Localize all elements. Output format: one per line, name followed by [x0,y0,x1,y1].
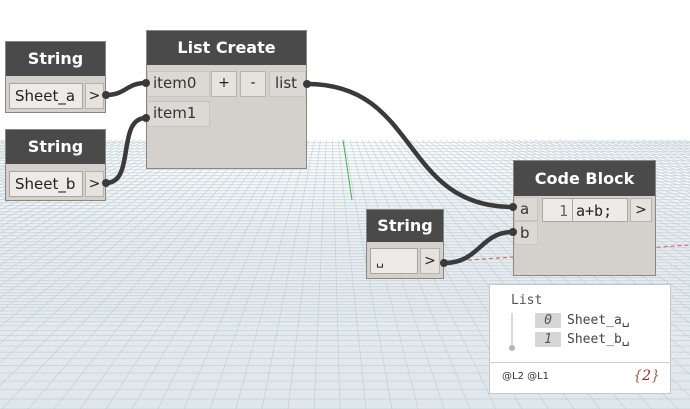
output-port[interactable]: > [420,248,440,274]
string-node-3[interactable]: String ␣ > [366,209,444,279]
list-create-node[interactable]: List Create item0 + - list item1 [146,30,307,169]
list-item-value: Sheet_a␣ [567,313,630,328]
code-line-number: 1 [542,198,572,222]
node-title: List Create [147,31,306,65]
input-port-item1[interactable]: item1 [147,101,210,127]
remove-input-button[interactable]: - [240,71,266,97]
list-item: 1 Sheet_b␣ [535,332,630,350]
string-node-2[interactable]: String Sheet_b > [5,129,106,201]
node-title: String [6,42,105,76]
item-count: {2} [633,368,660,384]
workspace-canvas[interactable]: String Sheet_a > String Sheet_b > List C… [0,0,690,409]
list-item: 0 Sheet_a␣ [535,313,630,331]
node-title: String [6,130,105,164]
output-port-list[interactable]: list [269,71,306,97]
item-count-value: 2 [642,368,652,384]
input-port-item0[interactable]: item0 [147,71,210,97]
list-item-index: 0 [535,313,561,328]
string-input-sheet-b[interactable]: Sheet_b [9,171,83,197]
string-input-sheet-a[interactable]: Sheet_a [9,83,83,109]
output-port[interactable]: > [630,198,652,222]
code-block-node[interactable]: Code Block a b 1 a+b; > [513,160,656,276]
watch-footer: @L2 @L1 {2} [490,362,670,393]
list-item-value: Sheet_b␣ [567,332,630,347]
node-title: String [367,210,443,242]
string-node-1[interactable]: String Sheet_a > [5,41,106,113]
input-port-b[interactable]: b [514,221,538,245]
input-port-a[interactable]: a [514,197,538,221]
preview-bubble[interactable]: List 0 Sheet_a␣ 1 Sheet_b␣ @L2 @L1 {2} [489,284,671,394]
string-input-space[interactable]: ␣ [370,248,418,274]
add-input-button[interactable]: + [211,71,237,97]
code-editor[interactable]: a+b; [572,198,628,222]
list-item-index: 1 [535,332,561,347]
output-port[interactable]: > [85,171,104,197]
list-levels[interactable]: @L2 @L1 [502,371,549,382]
output-port[interactable]: > [85,83,104,109]
node-title: Code Block [514,161,655,196]
